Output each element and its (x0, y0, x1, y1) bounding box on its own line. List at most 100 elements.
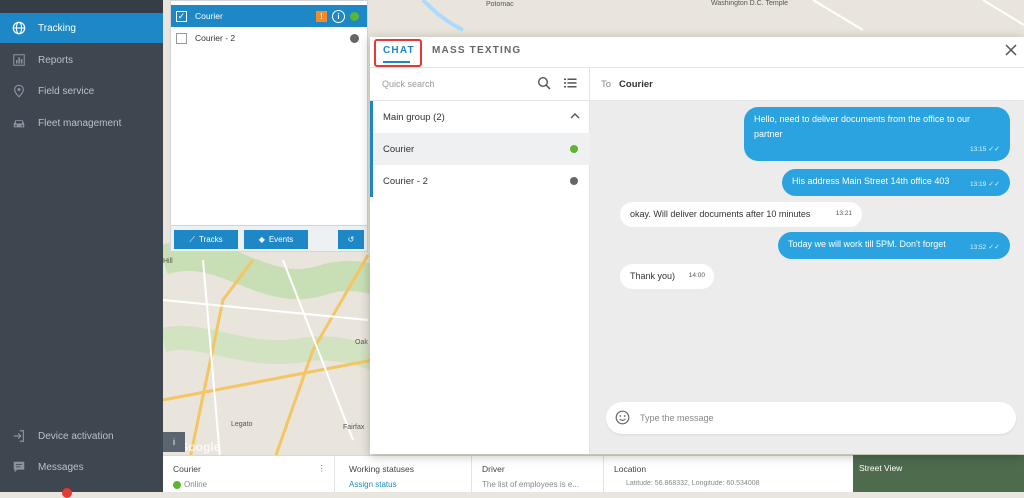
contact-name: Courier - 2 (383, 175, 428, 187)
nav-label: Device activation (38, 430, 114, 442)
message-time: 13:21 (835, 210, 852, 217)
nav-label: Messages (38, 461, 84, 473)
nav-top-strip (0, 0, 163, 13)
conversation-pane: To Courier Hello, need to deliver docume… (590, 68, 1024, 454)
working-statuses-cell: Working statuses Assign status (339, 456, 472, 493)
emoji-icon[interactable] (615, 410, 630, 425)
google-logo: Google (179, 440, 221, 454)
message-text: Hello, need to deliver documents from th… (754, 114, 970, 124)
message-time: 14:00 (688, 272, 705, 279)
left-navigation: Tracking Reports Field service Fleet man… (0, 0, 163, 498)
close-icon[interactable] (1004, 43, 1018, 57)
status-dot (350, 33, 359, 43)
message-text: Today we will work till 5PM. Don't forge… (788, 239, 946, 249)
contact-item[interactable]: Courier (370, 133, 590, 165)
recipient-name: Courier (619, 78, 653, 90)
message-input-row[interactable]: Type the message (606, 402, 1016, 434)
message-text: His address Main Street 14th office 403 (792, 176, 950, 186)
message-time-value: 13:52 (969, 244, 987, 251)
message-time: 13:19 ✓✓ (970, 177, 1000, 192)
chat-bubble-icon (0, 460, 38, 474)
history-icon: ↺ (347, 235, 355, 244)
nav-label: Reports (38, 54, 74, 66)
search-input[interactable]: Quick search (382, 79, 435, 89)
unit-info-name: Courier (173, 464, 201, 474)
tracks-icon: ⟋ (189, 234, 195, 244)
message-text: partner (754, 129, 783, 139)
unit-row[interactable]: ✓ Courier ! i (171, 5, 367, 27)
nav-item-tracking[interactable]: Tracking (0, 13, 163, 43)
street-view-label: Street View (859, 463, 903, 473)
street-view-panel[interactable]: Street View (853, 455, 1024, 492)
events-label: Events (268, 235, 294, 244)
car-icon (0, 116, 38, 130)
map-label: Oak (355, 339, 368, 346)
map-label: Fairfax (343, 424, 365, 431)
contact-list: Quick search Main group (2) Courier Cour… (370, 68, 590, 454)
unit-checkbox[interactable]: ✓ (176, 10, 187, 22)
tab-underline (383, 61, 410, 63)
location-pin-icon (0, 84, 38, 98)
unit-row[interactable]: Courier - 2 (171, 27, 367, 49)
nav-item-device-activation[interactable]: Device activation (0, 421, 163, 451)
list-view-icon[interactable] (564, 77, 577, 89)
message-outgoing: Hello, need to deliver documents from th… (744, 107, 1010, 161)
unit-info-cell: Courier Online ⋮ (163, 456, 335, 493)
nav-label: Fleet management (38, 117, 122, 129)
history-button[interactable]: ↺ (338, 230, 364, 249)
contact-item[interactable]: Courier - 2 (370, 165, 590, 197)
online-dot (173, 480, 181, 489)
message-outgoing: Today we will work till 5PM. Don't forge… (778, 232, 1010, 259)
map-label: Washington D.C. Temple (711, 0, 789, 7)
online-label: Online (184, 480, 208, 489)
message-time-value: 13:19 (969, 181, 987, 188)
quick-search: Quick search (370, 68, 590, 101)
status-dot (350, 11, 359, 21)
unit-name: Courier - 2 (195, 33, 236, 43)
more-icon[interactable]: ⋮ (318, 463, 327, 474)
info-toggle-button[interactable]: i (163, 432, 185, 452)
nav-item-field-service[interactable]: Field service (0, 76, 163, 106)
status-dot (570, 177, 578, 185)
location-cell: Location Latitude: 56.868332, Longitude:… (604, 456, 853, 493)
events-icon: ◆ (258, 235, 265, 244)
search-icon[interactable] (537, 76, 551, 90)
notification-badge (62, 488, 72, 498)
bar-chart-icon (0, 53, 38, 67)
globe-icon (0, 21, 38, 35)
unit-name: Courier (195, 11, 223, 21)
nav-item-reports[interactable]: Reports (0, 45, 163, 75)
map-label: Hill (163, 258, 173, 265)
map-label: Potomac (486, 1, 514, 8)
chat-header: CHAT MASS TEXTING (370, 37, 1024, 68)
map-label: Legato (231, 421, 253, 428)
tracks-button[interactable]: ⟋ Tracks (174, 230, 238, 249)
info-icon[interactable]: i (332, 9, 345, 23)
message-outgoing: His address Main Street 14th office 403 … (782, 169, 1010, 196)
unit-list-footer: ⟋ Tracks ◆ Events ↺ (171, 225, 367, 251)
unit-info-bar: Courier Online ⋮ Working statuses Assign… (163, 455, 853, 493)
nav-label: Field service (38, 85, 95, 97)
assign-status-link[interactable]: Assign status (349, 480, 471, 489)
message-time: 13:52 ✓✓ (970, 240, 1000, 255)
tab-chat[interactable]: CHAT (383, 45, 415, 56)
to-label: To (601, 78, 612, 90)
double-check-icon: ✓✓ (988, 146, 1000, 153)
contact-name: Courier (383, 143, 415, 155)
nav-item-fleet-management[interactable]: Fleet management (0, 108, 163, 138)
chevron-up-icon[interactable] (570, 112, 580, 120)
events-button[interactable]: ◆ Events (244, 230, 308, 249)
group-header[interactable]: Main group (2) (370, 101, 590, 133)
working-statuses-label: Working statuses (349, 464, 415, 474)
location-label: Location (614, 464, 647, 474)
unit-checkbox[interactable] (176, 32, 187, 44)
warning-icon[interactable]: ! (316, 10, 327, 22)
nav-item-messages[interactable]: Messages (0, 452, 163, 482)
nav-label: Tracking (38, 22, 76, 34)
message-time: 13:15 ✓✓ (970, 142, 1000, 157)
driver-value: The list of employees is e... (482, 480, 579, 489)
tab-mass-texting[interactable]: MASS TEXTING (432, 45, 521, 56)
chat-dialog: CHAT MASS TEXTING Quick search Main grou… (370, 37, 1024, 454)
message-input[interactable]: Type the message (640, 413, 714, 423)
tracks-label: Tracks (198, 235, 223, 244)
